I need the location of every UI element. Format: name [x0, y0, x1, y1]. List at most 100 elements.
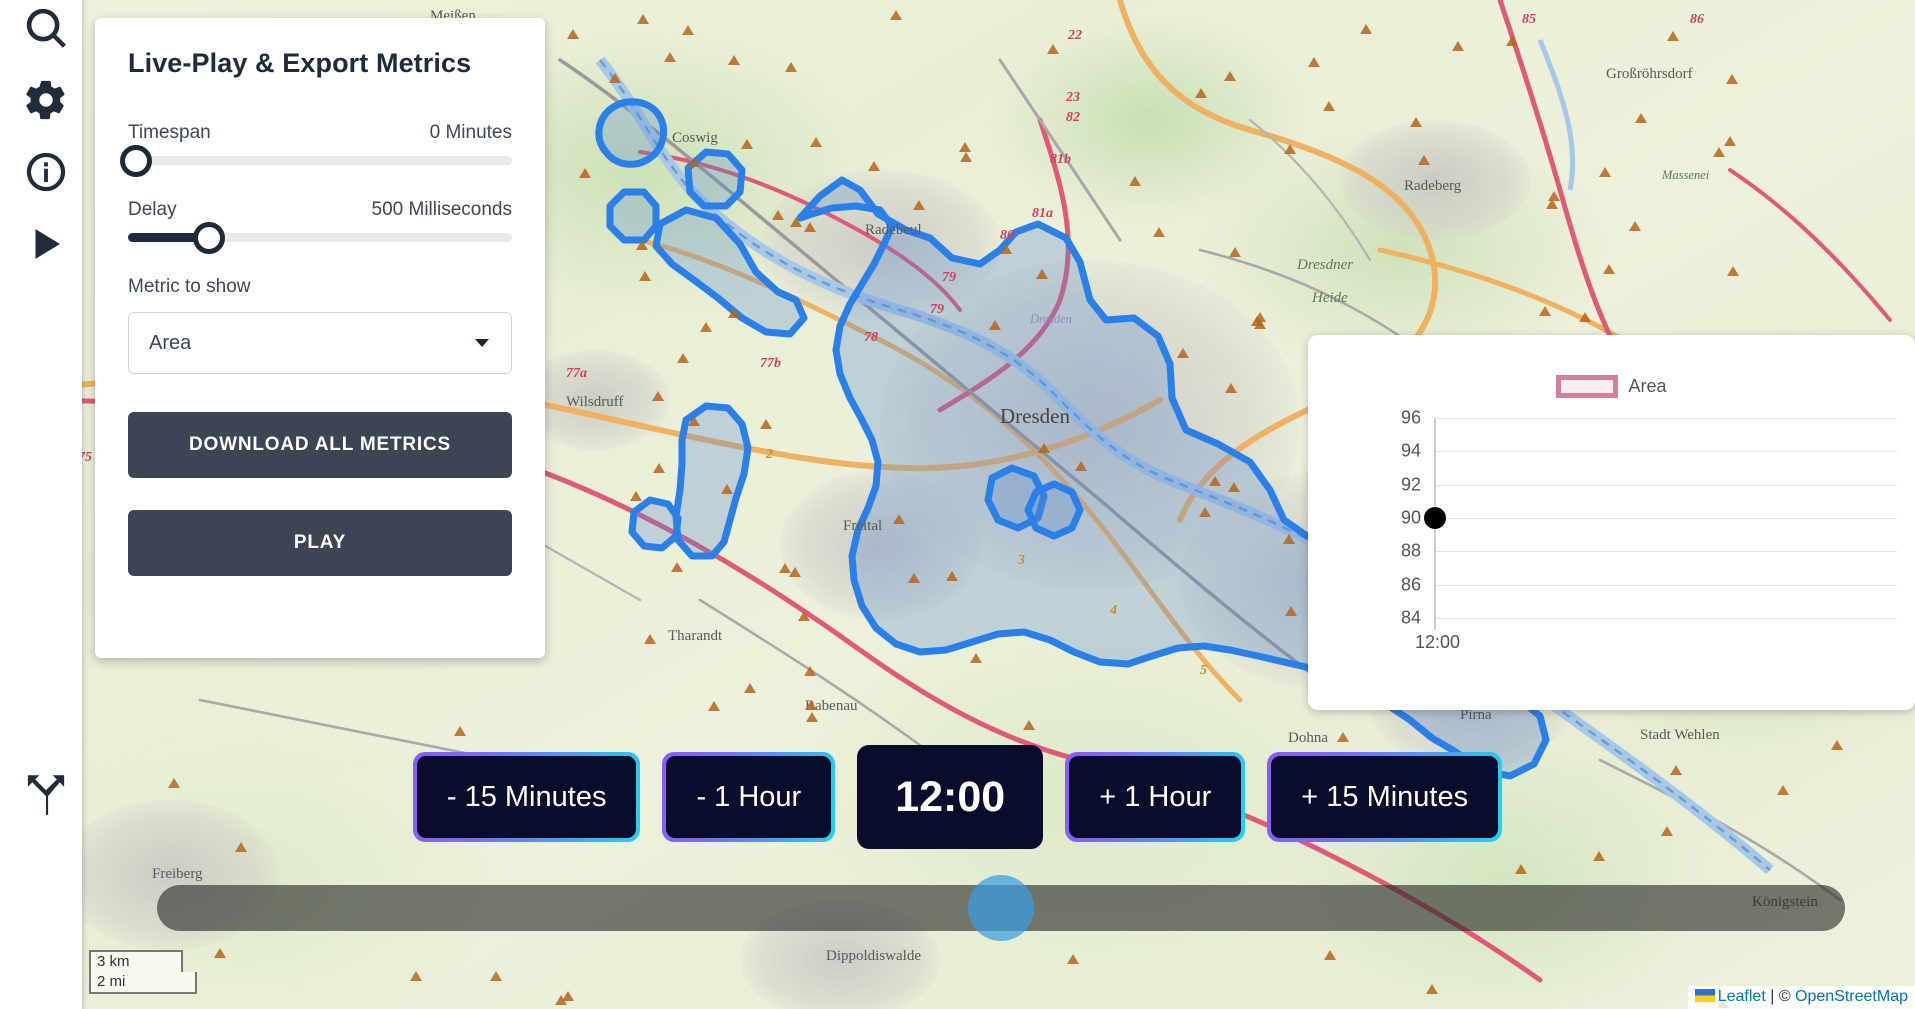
peak-marker-icon	[653, 462, 666, 473]
leaflet-link[interactable]: Leaflet	[1718, 988, 1766, 1005]
peak-marker-icon	[804, 665, 817, 676]
peak-marker-icon	[740, 138, 753, 149]
current-time-display[interactable]: 12:00	[857, 745, 1044, 849]
download-all-metrics-button[interactable]: DOWNLOAD ALL METRICS	[128, 412, 512, 478]
attribution-separator: |	[1765, 988, 1779, 1005]
time-controls: - 15 Minutes - 1 Hour 12:00 + 1 Hour + 1…	[0, 745, 1915, 849]
peak-marker-icon	[788, 567, 801, 578]
peak-marker-icon	[1284, 144, 1297, 155]
delay-label: Delay	[128, 199, 177, 220]
scale-imperial: 2 mi	[89, 972, 197, 994]
peak-marker-icon	[1047, 44, 1060, 55]
ukraine-flag-icon	[1694, 989, 1715, 1002]
timespan-slider-knob[interactable]	[120, 144, 152, 177]
peak-marker-icon	[687, 416, 700, 427]
road-shield-label: 3	[1018, 553, 1025, 568]
urban-area	[760, 170, 1000, 320]
copyright-symbol: ©	[1778, 988, 1796, 1005]
peak-marker-icon	[1723, 136, 1736, 147]
map-place-label: Dresdner	[1297, 257, 1354, 273]
urban-area	[780, 470, 980, 620]
chart-plot-area[interactable]: 96 94 92 90 88 86 84 12:00	[1308, 408, 1915, 680]
peak-marker-icon	[867, 160, 880, 171]
map-attribution: Leaflet | © OpenStreetMap	[1687, 986, 1915, 1009]
openstreetmap-link[interactable]: OpenStreetMap	[1795, 988, 1908, 1005]
app-root: Dresden Radebeul Coswig Radeberg Großröhrsdo…	[0, 0, 1915, 1009]
road-shield-label: 80	[1000, 228, 1014, 243]
timespan-slider[interactable]	[120, 144, 512, 177]
peak-marker-icon	[1547, 191, 1560, 202]
timeline-slider-knob[interactable]	[968, 875, 1034, 941]
play-metrics-button[interactable]: PLAY	[128, 510, 512, 576]
info-button[interactable]	[18, 146, 74, 202]
search-button[interactable]	[18, 2, 74, 58]
plus-15-minutes-label: + 15 Minutes	[1271, 756, 1499, 838]
route-icon	[21, 769, 71, 824]
play-button[interactable]	[18, 218, 74, 274]
routing-button[interactable]	[18, 768, 74, 824]
peak-marker-icon	[1282, 533, 1295, 544]
delay-slider[interactable]	[128, 221, 512, 254]
scale-bar: 3 km 2 mi	[89, 950, 197, 994]
map-place-label: Coswig	[672, 130, 718, 146]
peak-marker-icon	[1727, 265, 1740, 276]
map-place-label: Tharandt	[668, 628, 723, 644]
peak-marker-icon	[1199, 507, 1212, 518]
minus-15-minutes-button[interactable]: - 15 Minutes	[412, 752, 641, 842]
peak-marker-icon	[671, 562, 684, 573]
metric-select[interactable]: Area	[128, 312, 512, 374]
peak-marker-icon	[1593, 850, 1606, 861]
delay-slider-fill	[128, 233, 201, 242]
peak-marker-icon	[567, 29, 580, 40]
road-shield-label: 81a	[1032, 206, 1053, 221]
peak-marker-icon	[1579, 312, 1592, 323]
peak-marker-icon	[1208, 475, 1221, 486]
peak-marker-icon	[1323, 949, 1336, 960]
peak-marker-icon	[609, 73, 622, 84]
peak-marker-icon	[1074, 460, 1087, 471]
road-shield-label: 82	[1066, 110, 1080, 125]
peak-marker-icon	[1425, 984, 1438, 995]
peak-marker-icon	[720, 483, 733, 494]
map-place-label: Großröhrsdorf	[1606, 66, 1693, 82]
minus-1-hour-button[interactable]: - 1 Hour	[662, 752, 836, 842]
peak-marker-icon	[555, 995, 568, 1006]
road-shield-label: 77a	[566, 366, 587, 381]
peak-marker-icon	[999, 243, 1012, 254]
road-shield-label: 86	[1690, 12, 1704, 27]
chart-series	[1424, 418, 1446, 630]
peak-marker-icon	[1022, 719, 1035, 730]
plus-15-minutes-button[interactable]: + 15 Minutes	[1267, 752, 1503, 842]
peak-marker-icon	[1602, 263, 1615, 274]
search-icon	[23, 5, 69, 56]
peak-marker-icon	[637, 13, 650, 24]
timeline-slider[interactable]	[157, 875, 1845, 941]
peak-marker-icon	[1227, 482, 1240, 493]
peak-marker-icon	[970, 652, 983, 663]
map-place-label: Stadt Wehlen	[1640, 727, 1720, 743]
delay-row: Delay 500 Milliseconds	[128, 199, 512, 221]
peak-marker-icon	[1598, 167, 1611, 178]
delay-slider-knob[interactable]	[192, 221, 225, 254]
chevron-down-icon	[475, 339, 489, 347]
peak-marker-icon	[790, 217, 803, 227]
peak-marker-icon	[1359, 24, 1372, 35]
chart-data-point	[1424, 507, 1446, 529]
peak-marker-icon	[489, 970, 502, 981]
peak-marker-icon	[1410, 116, 1423, 127]
urban-area	[1340, 120, 1530, 240]
metric-label: Metric to show	[128, 276, 251, 297]
peak-marker-icon	[1224, 70, 1237, 81]
peak-marker-icon	[1254, 318, 1267, 329]
road-shield-label: 77b	[760, 356, 781, 371]
settings-button[interactable]	[18, 74, 74, 130]
peak-marker-icon	[1725, 74, 1738, 85]
peak-marker-icon	[410, 971, 423, 982]
plus-1-hour-button[interactable]: + 1 Hour	[1065, 752, 1246, 842]
peak-marker-icon	[213, 947, 226, 958]
peak-marker-icon	[1037, 443, 1050, 454]
peak-marker-icon	[760, 418, 773, 429]
peak-marker-icon	[959, 152, 972, 163]
peak-marker-icon	[1229, 247, 1242, 258]
road-shield-label: 79	[930, 302, 944, 317]
